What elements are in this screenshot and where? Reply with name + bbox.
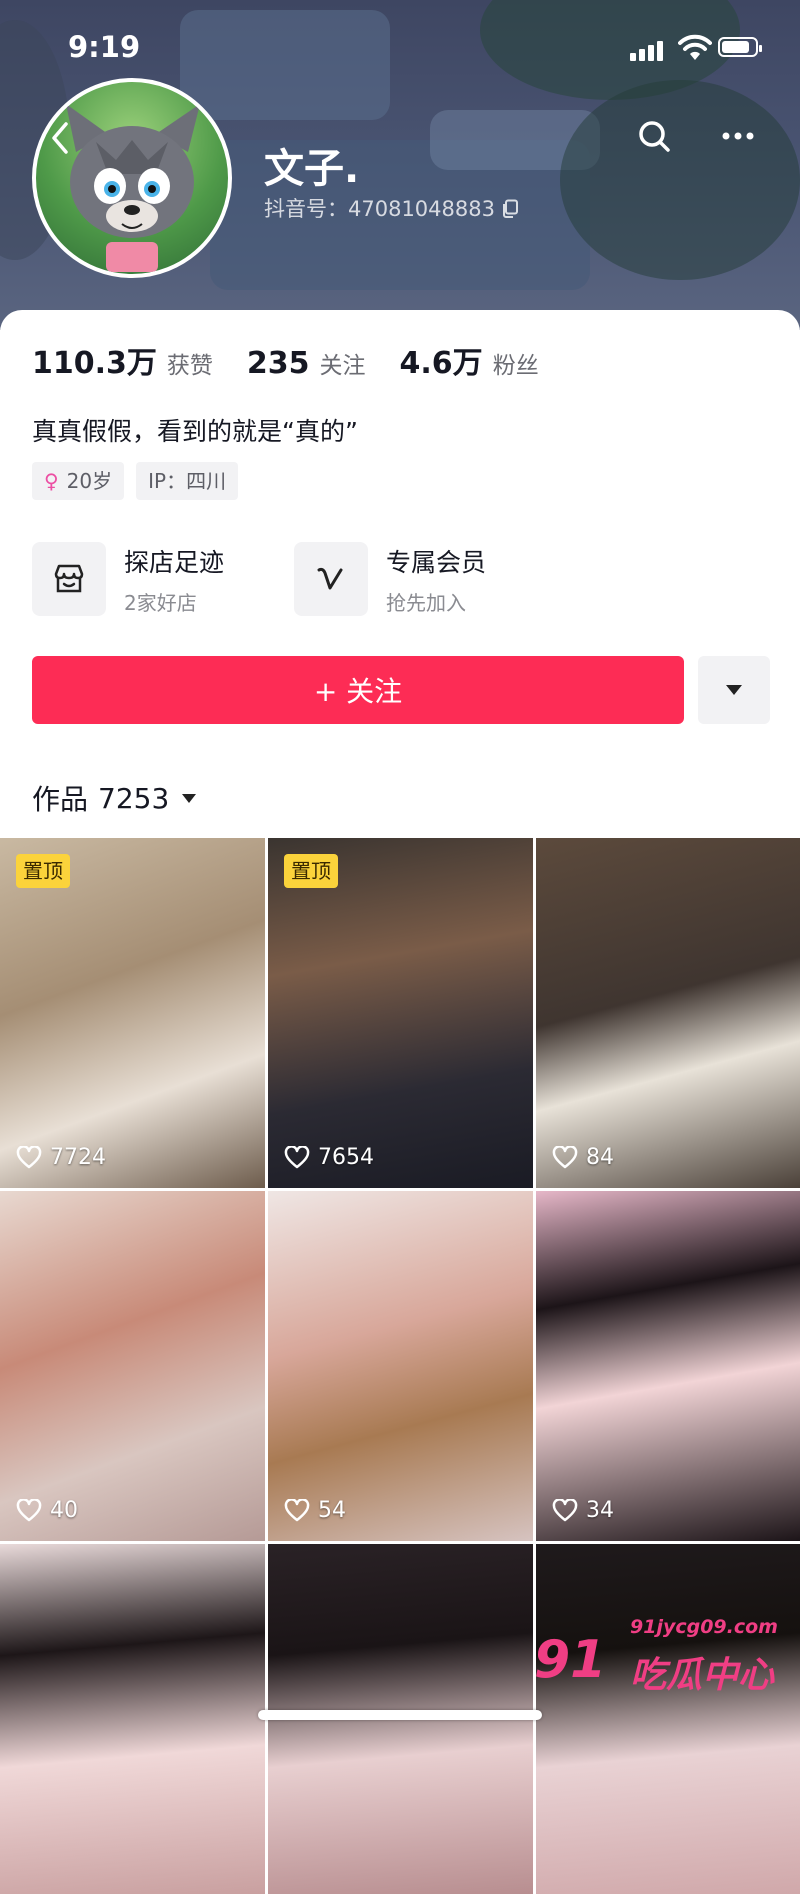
feature-icon-box	[294, 542, 368, 616]
vip-icon	[317, 567, 343, 590]
video-likes: 54	[284, 1498, 346, 1523]
heart-icon	[16, 1498, 42, 1521]
ip-tag: IP：四川	[136, 462, 239, 500]
video-thumbnail[interactable]	[536, 1544, 800, 1894]
female-icon: ♀	[44, 469, 59, 493]
video-likes: 7654	[284, 1145, 374, 1170]
watermark-logo: 91 91jycg09.com 吃瓜中心	[534, 1610, 784, 1702]
heart-icon	[552, 1145, 578, 1168]
profile-tags: ♀ 20岁 IP：四川	[32, 462, 239, 500]
video-likes-count: 7654	[318, 1145, 374, 1170]
video-likes: 34	[552, 1498, 614, 1523]
works-label: 作品	[32, 783, 89, 816]
feature-title: 探店足迹	[124, 547, 225, 577]
video-likes-count: 34	[586, 1498, 614, 1523]
feature-vip[interactable]: 专属会员 抢先加入	[294, 540, 486, 618]
douyin-id-label: 抖音号：	[264, 197, 348, 221]
feature-icon-box	[32, 542, 106, 616]
stat-followers-number: 4.6万	[399, 346, 483, 381]
profile-name: 文子.	[264, 146, 360, 192]
feature-title: 专属会员	[386, 547, 487, 577]
more-icon[interactable]	[712, 112, 762, 162]
profile-stats: 110.3万 获赞 235 关注 4.6万 粉丝	[32, 338, 573, 381]
video-likes-count: 40	[50, 1498, 78, 1523]
shop-icon	[54, 564, 84, 593]
heart-icon	[284, 1498, 310, 1521]
video-likes-count: 7724	[50, 1145, 106, 1170]
wifi-icon	[678, 34, 712, 60]
heart-icon	[552, 1498, 578, 1521]
video-thumbnail[interactable]	[0, 1544, 265, 1894]
feature-subtitle: 2家好店	[124, 590, 197, 615]
caret-down-icon	[182, 793, 197, 803]
stat-following-number: 235	[246, 346, 310, 381]
video-thumbnail[interactable]: 置顶 7654	[268, 838, 533, 1188]
avatar-wolf-image	[66, 104, 200, 272]
works-count: 7253	[98, 781, 170, 815]
stat-likes-number: 110.3万	[32, 346, 157, 381]
video-thumbnail[interactable]: 置顶 7724	[0, 838, 265, 1188]
status-time: 9:19	[68, 30, 141, 64]
video-likes: 7724	[16, 1145, 106, 1170]
search-icon[interactable]	[630, 112, 680, 162]
stat-followers-label: 粉丝	[492, 353, 539, 379]
video-likes: 84	[552, 1145, 614, 1170]
stat-likes-label: 获赞	[166, 353, 213, 379]
heart-icon	[284, 1145, 310, 1168]
avatar[interactable]	[32, 78, 232, 278]
home-indicator[interactable]	[258, 1710, 542, 1720]
back-chevron-icon[interactable]	[46, 118, 76, 158]
watermark-url: 91jycg09.com	[630, 1616, 778, 1638]
watermark-number: 91	[534, 1630, 607, 1690]
video-likes-count: 54	[318, 1498, 346, 1523]
pinned-badge: 置顶	[284, 854, 338, 888]
signal-icon	[630, 39, 664, 61]
stat-following-label: 关注	[319, 353, 366, 379]
feature-shop-visits[interactable]: 探店足迹 2家好店	[32, 540, 224, 618]
heart-icon	[16, 1145, 42, 1168]
feature-subtitle: 抢先加入	[386, 590, 466, 615]
video-thumbnail[interactable]: 40	[0, 1191, 265, 1541]
stat-followers[interactable]: 4.6万 粉丝	[400, 338, 539, 382]
video-likes-count: 84	[586, 1145, 614, 1170]
caret-down-icon	[726, 685, 742, 695]
works-tab[interactable]: 作品 7253	[32, 778, 197, 818]
battery-icon	[718, 37, 762, 57]
profile-bio: 真真假假，看到的就是“真的”	[32, 417, 358, 446]
stat-following[interactable]: 235 关注	[247, 346, 366, 381]
video-likes: 40	[16, 1498, 78, 1523]
video-thumbnail[interactable]: 34	[536, 1191, 800, 1541]
age-tag: ♀ 20岁	[32, 462, 125, 500]
follow-button[interactable]: + 关注	[32, 656, 684, 724]
douyin-id-row: 抖音号：47081048883	[264, 193, 519, 223]
video-thumbnail[interactable]: 84	[536, 838, 800, 1188]
recommend-dropdown-button[interactable]	[698, 656, 770, 724]
watermark-text: 吃瓜中心	[630, 1655, 775, 1696]
douyin-id: 47081048883	[348, 197, 495, 221]
copy-icon[interactable]	[501, 199, 519, 219]
pinned-badge: 置顶	[16, 854, 70, 888]
video-thumbnail[interactable]: 54	[268, 1191, 533, 1541]
age-tag-label: 20岁	[66, 469, 113, 493]
stat-likes: 110.3万 获赞	[32, 338, 213, 382]
